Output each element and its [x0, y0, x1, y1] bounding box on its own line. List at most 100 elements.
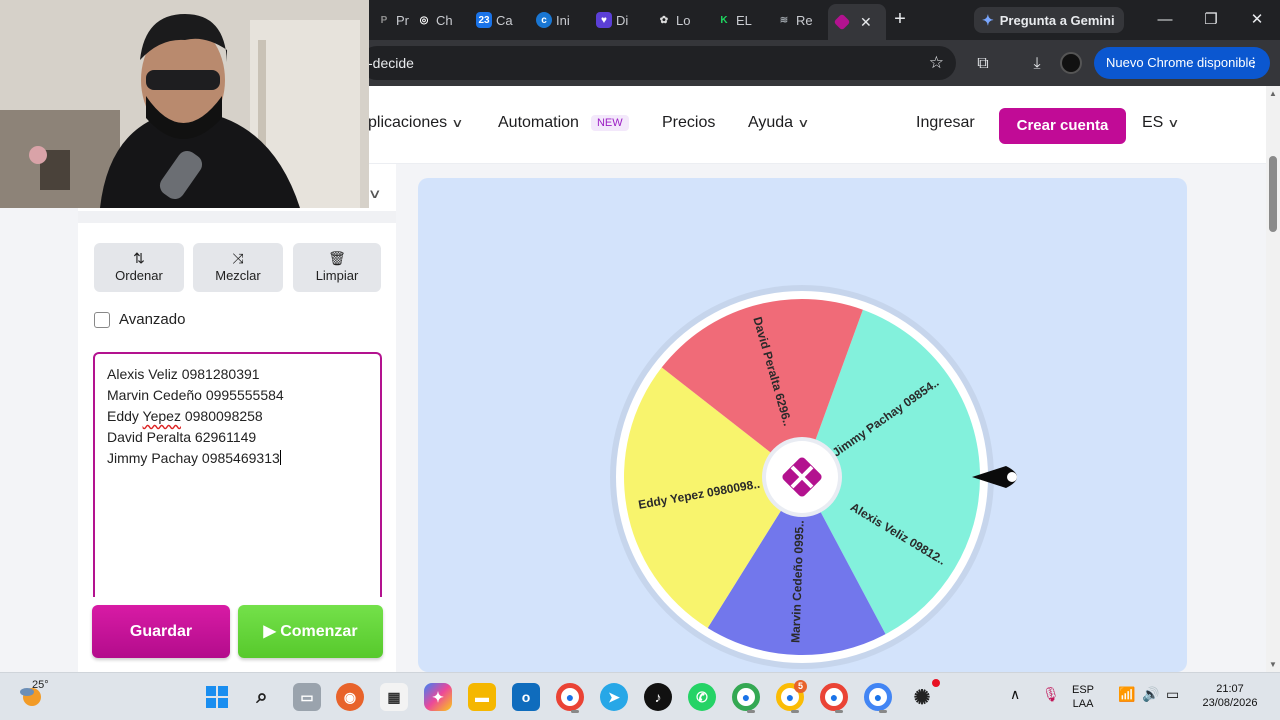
entry-line: Eddy Yepez 0980098258 — [107, 406, 368, 427]
shuffle-icon: ⤨ — [232, 250, 244, 266]
browser-tab-active[interactable]: ✕ — [828, 4, 886, 40]
wheel-rim-dot — [655, 361, 662, 368]
task-view-icon[interactable]: ▭ — [293, 683, 321, 711]
nav-aplicaciones[interactable]: plicaciones ∨ — [368, 114, 464, 132]
start-button[interactable] — [203, 683, 231, 711]
tiktok-icon[interactable]: ♪ — [644, 683, 672, 711]
wheel-area: Jimmy Pachay 09854.. Alexis Veliz 09812..… — [418, 178, 1187, 672]
scroll-up-arrow-icon[interactable]: ▲ — [1269, 89, 1277, 98]
webcam-overlay — [0, 0, 369, 208]
new-tab-button[interactable]: + — [888, 8, 912, 32]
input-language-label: ESP — [1072, 684, 1095, 696]
profile-avatar[interactable] — [1060, 52, 1082, 74]
limpiar-button[interactable]: 🗑 Limpiar — [293, 243, 381, 292]
nav-ayuda[interactable]: Ayuda ∨ — [748, 114, 810, 132]
chrome-profile-icon[interactable]: ● 5 — [776, 680, 807, 713]
tab-favicon: ≋ — [779, 14, 789, 26]
play-icon: ▶ — [263, 623, 276, 640]
language-label: ES — [1142, 114, 1164, 131]
clock-time: 21:07 — [1216, 683, 1244, 695]
telegram-icon[interactable]: ➤ — [600, 683, 628, 711]
entries-textarea[interactable]: Alexis Veliz 0981280391 Marvin Cedeño 09… — [93, 352, 382, 597]
scrollbar-thumb[interactable] — [1269, 156, 1277, 232]
copilot-icon[interactable]: ✦ — [424, 683, 452, 711]
openai-icon[interactable]: ✺ — [908, 679, 940, 711]
whatsapp-icon[interactable]: ✆ — [688, 683, 716, 711]
chrome-icon[interactable]: ● — [556, 683, 584, 713]
browser-tab[interactable]: ◎ Ch — [410, 6, 456, 34]
search-icon[interactable]: ⌕ — [248, 683, 276, 711]
gemini-label: Pregunta a Gemini — [999, 12, 1115, 28]
outlook-icon[interactable]: o — [512, 683, 540, 711]
mezclar-button[interactable]: ⤨ Mezclar — [193, 243, 283, 292]
nav-ingresar[interactable]: Ingresar — [916, 114, 975, 132]
input-language[interactable]: ESP LAA — [1072, 683, 1094, 711]
scroll-down-arrow-icon[interactable]: ▼ — [1269, 660, 1277, 669]
close-tab-icon[interactable]: ✕ — [860, 14, 872, 31]
chevron-down-icon[interactable]: ∨ — [368, 186, 382, 202]
weather-widget[interactable]: 25° — [18, 679, 49, 711]
browser-tab[interactable]: K EL — [710, 6, 756, 34]
clock[interactable]: 21:07 23/08/2026 — [1198, 682, 1262, 710]
nav-automation-label: Automation — [498, 114, 579, 131]
wifi-icon[interactable]: 📶 — [1118, 687, 1135, 701]
nav-precios[interactable]: Precios — [662, 114, 715, 132]
guardar-button[interactable]: Guardar — [92, 605, 230, 658]
chevron-down-icon: ∨ — [451, 116, 464, 130]
windows-logo-icon — [206, 686, 228, 708]
gemini-sparkle-icon: ✦ — [982, 11, 994, 28]
crear-cuenta-button[interactable]: Crear cuenta — [999, 108, 1126, 144]
avanzado-checkbox[interactable] — [94, 311, 110, 328]
tab-favicon: ♥ — [596, 12, 612, 28]
store-icon[interactable]: ▦ — [380, 683, 408, 711]
page-scrollbar[interactable]: ▲ ▼ — [1266, 86, 1280, 672]
wheel-rim-dot — [861, 302, 868, 309]
spin-wheel[interactable]: Jimmy Pachay 09854..Alexis Veliz 09812..… — [418, 178, 1187, 672]
tab-label: Re — [796, 12, 813, 28]
tab-favicon: ✿ — [659, 14, 669, 26]
browser-tab[interactable]: 23 Ca — [470, 6, 516, 34]
new-badge: NEW — [590, 115, 629, 131]
entry-line-text: 0980098258 — [180, 408, 263, 424]
avanzado-label: Avanzado — [119, 311, 186, 328]
browser-tab[interactable]: ≋ Re — [770, 6, 816, 34]
trash-icon: 🗑 — [328, 250, 346, 266]
browser-tab[interactable]: ✿ Lo — [650, 6, 696, 34]
file-explorer-icon[interactable]: ▬ — [468, 683, 496, 711]
bookmark-star-icon[interactable]: ☆ — [929, 46, 944, 80]
ordenar-button[interactable]: ⇅ Ordenar — [94, 243, 184, 292]
chrome-profile-icon[interactable]: ● — [732, 683, 760, 713]
download-icon[interactable]: ⤓ — [1026, 53, 1048, 75]
browser-tab[interactable]: ♥ Di — [590, 6, 636, 34]
more-menu-icon[interactable]: ⋮ — [1247, 47, 1260, 79]
tray-overflow-chevron-icon[interactable]: ∧ — [1010, 687, 1020, 701]
tab-favicon: ◎ — [419, 14, 429, 26]
microphone-icon[interactable]: 🎙 — [1042, 687, 1060, 701]
chrome-profile-icon[interactable]: ● — [864, 683, 892, 713]
language-selector[interactable]: ES ∨ — [1142, 114, 1180, 132]
extensions-icon[interactable]: ⧉ — [972, 53, 994, 75]
chrome-update-button[interactable]: Nuevo Chrome disponible ⋮ — [1094, 47, 1270, 79]
nav-ayuda-label: Ayuda — [748, 114, 794, 131]
tab-favicon: 23 — [476, 12, 492, 28]
avanzado-checkbox-row[interactable]: Avanzado — [94, 311, 185, 328]
gemini-button[interactable]: ✦ Pregunta a Gemini — [974, 7, 1124, 33]
nav-automation[interactable]: Automation NEW — [498, 114, 629, 132]
battery-icon[interactable]: ▭ — [1166, 687, 1179, 701]
browser-tab[interactable]: c Ini — [530, 6, 576, 34]
picker-wheel-favicon — [833, 13, 851, 31]
comenzar-label: Comenzar — [280, 623, 358, 640]
text-caret — [279, 450, 281, 465]
volume-icon[interactable]: 🔊 — [1142, 687, 1159, 701]
close-window-button[interactable]: ✕ — [1242, 8, 1272, 32]
chevron-down-icon: ∨ — [797, 116, 810, 130]
chrome-profile-icon[interactable]: ● — [820, 683, 848, 713]
minimize-button[interactable]: — — [1150, 8, 1180, 32]
address-bar[interactable]: -decide ☆ — [360, 46, 956, 80]
comenzar-button[interactable]: ▶ Comenzar — [238, 605, 383, 658]
restore-button[interactable]: ❐ — [1196, 8, 1226, 32]
clock-date: 23/08/2026 — [1202, 697, 1258, 709]
firefox-icon[interactable]: ◉ — [336, 683, 364, 711]
entry-line: Jimmy Pachay 0985469313 — [107, 448, 368, 469]
webcam-feed-image — [0, 0, 369, 208]
